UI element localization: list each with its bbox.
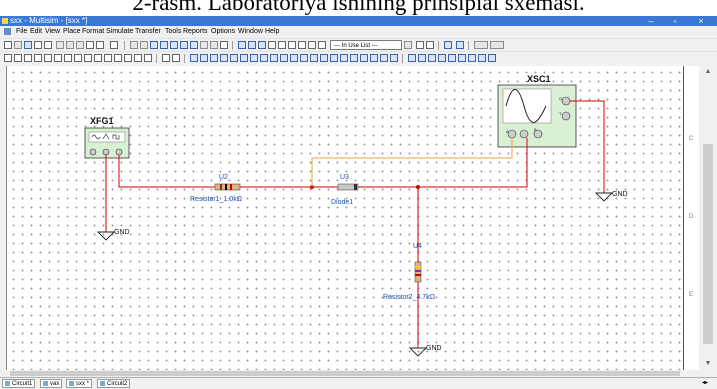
generator-ref: XFG1 <box>90 116 114 126</box>
terminal-label: B <box>534 127 537 132</box>
diode-ref: U3 <box>340 174 349 181</box>
schematic-drawing: XFG1 XSC1 A B G T U2 Resistor1_1.0kΩ U3 … <box>84 74 628 357</box>
resistor-band <box>415 266 421 268</box>
sheet-border-ruler: C D E <box>683 66 700 370</box>
sheet-tabs: Circuit1 vax sxx * Circuit2 ◂▸ <box>0 377 717 389</box>
oscilloscope-terminal-a-minus[interactable] <box>519 129 529 139</box>
schematic-icon <box>100 380 105 386</box>
resistor-band <box>225 184 227 190</box>
vertical-scroll-thumb[interactable] <box>703 144 713 344</box>
oscilloscope-ref: XSC1 <box>527 74 551 84</box>
generator-terminal-plus[interactable] <box>89 148 97 156</box>
ground-icon <box>96 231 116 241</box>
terminal-label: A <box>506 129 509 134</box>
ruler-label: C <box>689 136 694 142</box>
schematic-icon <box>69 380 74 386</box>
resistor-1[interactable]: U2 Resistor1_1.0kΩ <box>190 174 242 203</box>
function-generator[interactable]: XFG1 <box>84 116 130 159</box>
ground-2[interactable]: GND <box>408 345 442 357</box>
resistor-2[interactable]: U4 Resistor2_4.7kΩ <box>383 243 435 301</box>
schematic-icon <box>5 380 10 386</box>
tab-vax[interactable]: vax <box>40 379 63 388</box>
scroll-up-icon[interactable]: ▲ <box>699 68 717 75</box>
resistor-2-value: Resistor2_4.7kΩ <box>383 294 435 301</box>
generator-terminal-minus[interactable] <box>115 148 123 156</box>
diode-value: Diode1 <box>331 199 353 206</box>
ground-icon <box>408 347 428 357</box>
tab-circuit2[interactable]: Circuit2 <box>97 379 131 388</box>
resistor-1-value: Resistor1_1.0kΩ <box>190 196 242 203</box>
oscilloscope-terminal-a[interactable] <box>507 129 517 139</box>
horizontal-scrollbar[interactable] <box>0 370 717 377</box>
tab-label: sxx * <box>76 381 90 387</box>
resistor-body <box>214 183 241 191</box>
ruler-label: D <box>689 214 694 220</box>
ground-icon <box>594 192 614 202</box>
ground-label: GND <box>426 345 442 352</box>
resistor-1-ref: U2 <box>219 174 228 181</box>
ground-label: GND <box>612 191 628 198</box>
tab-label: Circuit1 <box>12 381 33 387</box>
generator-display <box>88 131 126 143</box>
tab-scroll-arrows-icon[interactable]: ◂▸ <box>700 379 710 388</box>
diode[interactable]: U3 Diode1 <box>331 174 359 206</box>
resistor-band <box>220 184 222 190</box>
ground-label: GND <box>114 229 130 236</box>
tab-sxx[interactable]: sxx * <box>66 379 93 388</box>
resistor-band <box>415 270 421 272</box>
generator-terminal-common[interactable] <box>102 148 110 156</box>
horizontal-scroll-thumb[interactable] <box>10 371 680 376</box>
tab-label: vax <box>50 381 60 387</box>
terminal-label: G <box>559 96 562 101</box>
tab-label: Circuit2 <box>107 381 128 387</box>
schematic-icon <box>43 380 48 386</box>
wire-generator-to-r1[interactable] <box>118 155 215 188</box>
tab-circuit1[interactable]: Circuit1 <box>2 379 36 388</box>
junction-dot <box>416 185 420 189</box>
scroll-down-icon[interactable]: ▼ <box>699 360 717 367</box>
resistor-band <box>230 184 232 190</box>
oscilloscope[interactable]: XSC1 A B G T <box>497 74 577 148</box>
oscilloscope-terminal-g[interactable] <box>561 96 571 106</box>
diode-cathode-band <box>354 184 357 190</box>
resistor-2-ref: U4 <box>413 243 422 250</box>
vertical-scrollbar[interactable]: ▲ ▼ <box>699 66 717 370</box>
ground-3[interactable]: GND <box>594 191 628 202</box>
oscilloscope-terminal-t[interactable] <box>561 111 571 121</box>
resistor-band <box>415 274 421 276</box>
ground-1[interactable]: GND <box>96 229 130 241</box>
ruler-label: E <box>689 292 694 298</box>
